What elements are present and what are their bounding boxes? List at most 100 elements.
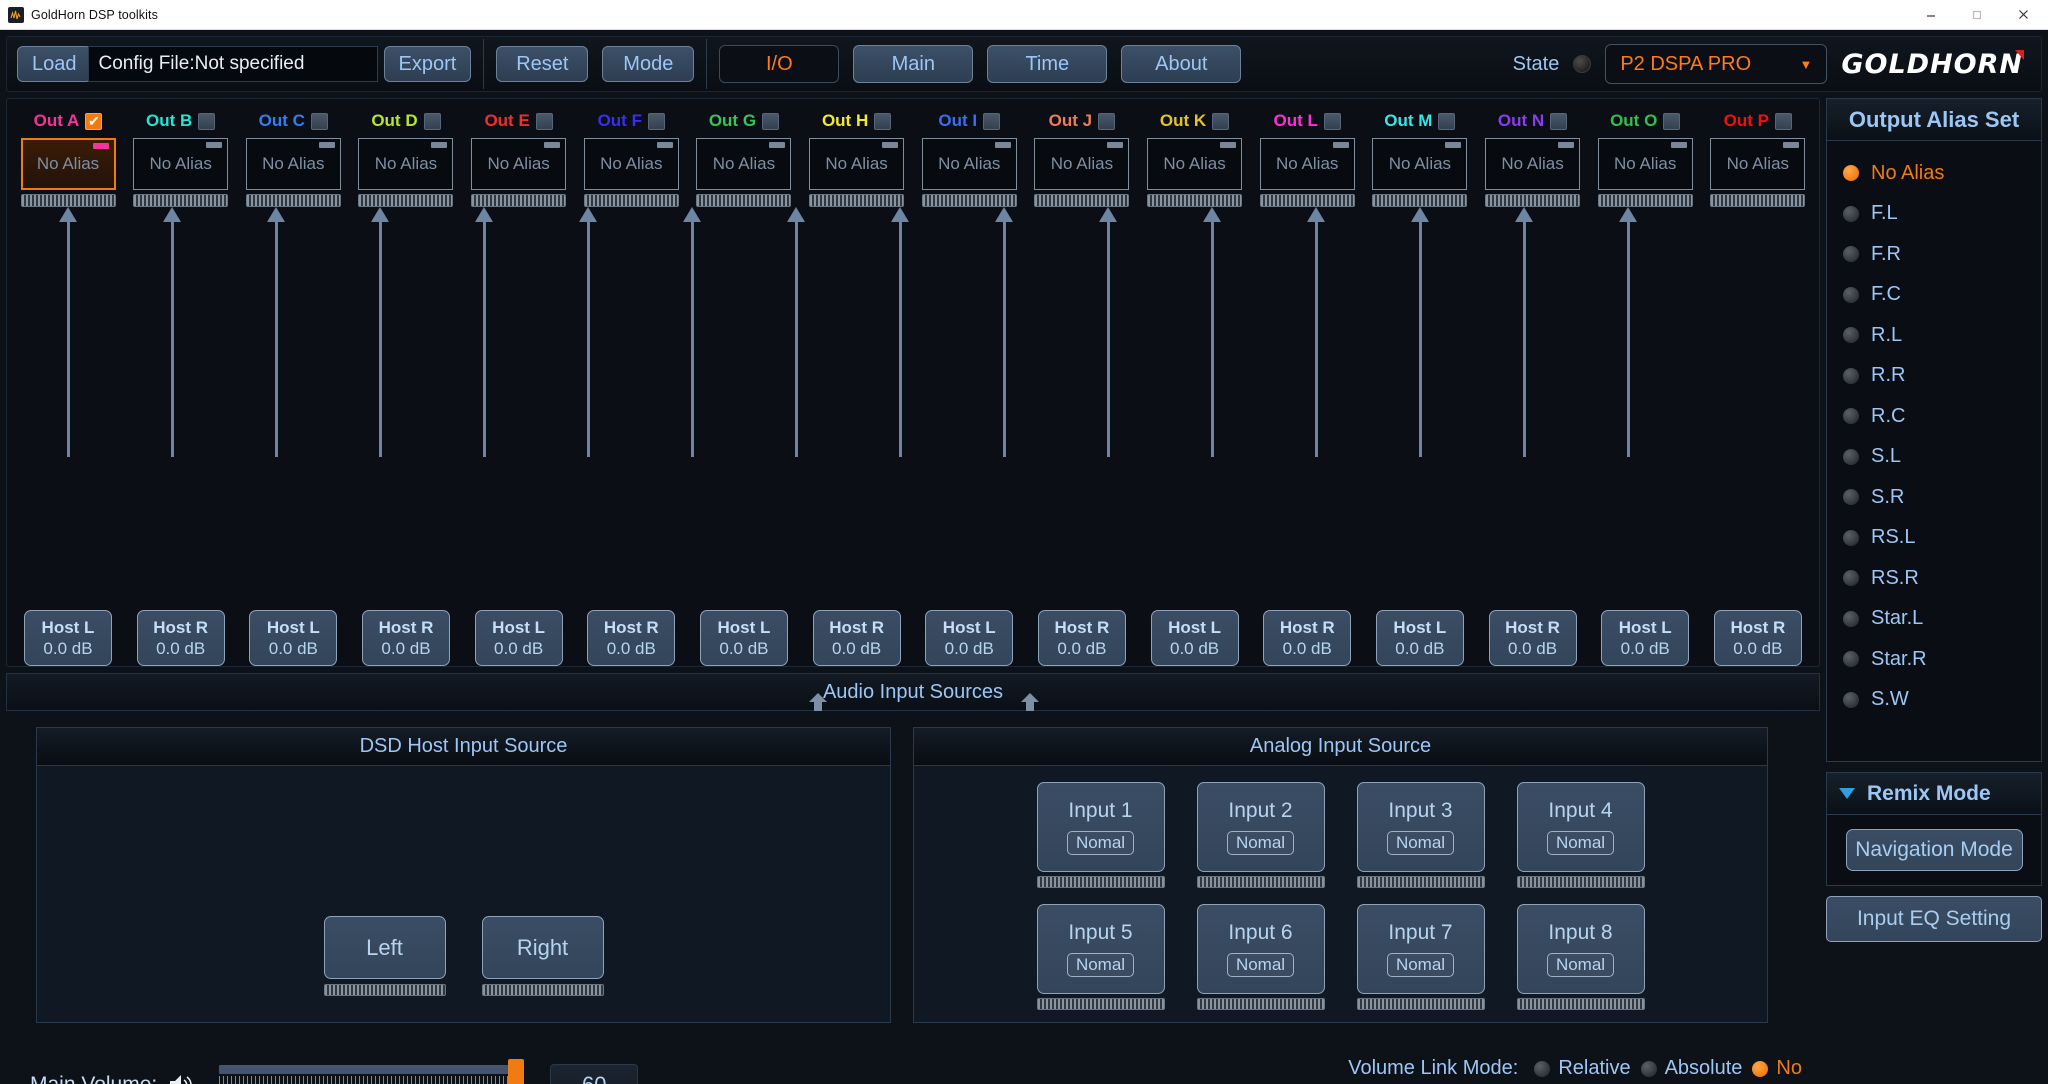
navigation-mode-button[interactable]: Navigation Mode [1845,829,2023,871]
volume-link-relative-option[interactable]: Relative [1534,1057,1631,1080]
dsd-left-button[interactable]: Left [323,916,446,979]
volume-link-absolute-option[interactable]: Absolute [1640,1057,1742,1080]
analog-input-button-6[interactable]: Input 6 Nomal [1196,904,1325,994]
alias-option-no-alias[interactable]: No Alias [1843,153,2041,194]
dsd-left-grip[interactable] [323,984,446,996]
dsd-right-button[interactable]: Right [481,916,604,979]
input-eq-setting-button[interactable]: Input EQ Setting [1826,896,2042,942]
host-input-button-4[interactable]: Host L 0.0 dB [474,610,563,666]
output-enable-checkbox-b[interactable] [198,112,216,130]
analog-input-button-7[interactable]: Input 7 Nomal [1356,904,1485,994]
output-alias-box-i[interactable]: No Alias [921,138,1017,190]
output-level-grip-o[interactable] [1597,194,1693,207]
host-input-button-13[interactable]: Host R 0.0 dB [1488,610,1577,666]
output-enable-checkbox-m[interactable] [1438,112,1456,130]
host-input-button-12[interactable]: Host L 0.0 dB [1375,610,1464,666]
alias-option-s-w[interactable]: S.W [1843,680,2041,721]
host-input-button-7[interactable]: Host R 0.0 dB [812,610,901,666]
output-enable-checkbox-g[interactable] [762,112,780,130]
analog-input-grip-4[interactable] [1516,876,1645,888]
output-alias-box-n[interactable]: No Alias [1485,138,1581,190]
dsd-right-grip[interactable] [481,984,604,996]
output-alias-box-b[interactable]: No Alias [133,138,229,190]
output-level-grip-j[interactable] [1034,194,1130,207]
output-alias-box-m[interactable]: No Alias [1372,138,1468,190]
analog-input-grip-6[interactable] [1196,998,1325,1010]
analog-input-mode-badge[interactable]: Nomal [1546,953,1615,977]
host-input-button-6[interactable]: Host L 0.0 dB [699,610,788,666]
output-enable-checkbox-i[interactable] [983,112,1001,130]
alias-option-r-l[interactable]: R.L [1843,315,2041,356]
output-level-grip-i[interactable] [921,194,1017,207]
tab-about[interactable]: About [1121,45,1242,83]
alias-option-rs-l[interactable]: RS.L [1843,518,2041,559]
host-input-button-11[interactable]: Host R 0.0 dB [1263,610,1352,666]
alias-option-s-l[interactable]: S.L [1843,437,2041,478]
alias-option-s-r[interactable]: S.R [1843,477,2041,518]
output-enable-checkbox-h[interactable] [874,112,892,130]
volume-slider-thumb[interactable] [508,1059,525,1084]
output-alias-box-d[interactable]: No Alias [358,138,454,190]
analog-input-mode-badge[interactable]: Nomal [1546,831,1615,855]
output-enable-checkbox-j[interactable] [1098,112,1116,130]
output-level-grip-e[interactable] [471,194,567,207]
main-volume-slider[interactable]: 0 60 [219,1059,525,1084]
analog-input-mode-badge[interactable]: Nomal [1226,953,1295,977]
analog-input-button-5[interactable]: Input 5 Nomal [1036,904,1165,994]
output-alias-box-h[interactable]: No Alias [809,138,905,190]
output-alias-box-j[interactable]: No Alias [1034,138,1130,190]
analog-input-grip-8[interactable] [1516,998,1645,1010]
output-enable-checkbox-p[interactable] [1775,112,1793,130]
output-level-grip-m[interactable] [1372,194,1468,207]
output-level-grip-f[interactable] [583,194,679,207]
analog-input-button-4[interactable]: Input 4 Nomal [1516,782,1645,872]
analog-input-button-3[interactable]: Input 3 Nomal [1356,782,1485,872]
analog-input-button-1[interactable]: Input 1 Nomal [1036,782,1165,872]
output-level-grip-c[interactable] [245,194,341,207]
analog-input-mode-badge[interactable]: Nomal [1066,831,1135,855]
device-select[interactable]: P2 DSPA PRO ▼ [1605,44,1828,84]
output-enable-checkbox-e[interactable] [535,112,553,130]
alias-option-star-r[interactable]: Star.R [1843,639,2041,680]
output-alias-box-c[interactable]: No Alias [245,138,341,190]
analog-input-grip-1[interactable] [1036,876,1165,888]
analog-input-grip-2[interactable] [1196,876,1325,888]
analog-input-grip-7[interactable] [1356,998,1485,1010]
window-maximize-button[interactable] [1954,0,2000,30]
host-input-button-9[interactable]: Host R 0.0 dB [1037,610,1126,666]
alias-option-rs-r[interactable]: RS.R [1843,558,2041,599]
alias-option-f-r[interactable]: F.R [1843,234,2041,275]
output-level-grip-b[interactable] [133,194,229,207]
remix-mode-header[interactable]: Remix Mode [1827,773,2041,815]
output-enable-checkbox-f[interactable] [647,112,665,130]
alias-option-r-r[interactable]: R.R [1843,356,2041,397]
output-level-grip-a[interactable] [20,194,116,207]
export-button[interactable]: Export [383,46,472,82]
output-level-grip-p[interactable] [1710,194,1806,207]
volume-readout[interactable]: 60 [550,1064,639,1084]
output-enable-checkbox-a[interactable]: ✔ [85,112,103,130]
host-input-button-10[interactable]: Host L 0.0 dB [1150,610,1239,666]
output-enable-checkbox-o[interactable] [1663,112,1681,130]
tab-io[interactable]: I/O [719,45,840,83]
load-button[interactable]: Load [17,46,92,82]
analog-input-mode-badge[interactable]: Nomal [1386,831,1455,855]
analog-input-button-2[interactable]: Input 2 Nomal [1196,782,1325,872]
output-level-grip-l[interactable] [1259,194,1355,207]
tab-main[interactable]: Main [853,45,974,83]
host-input-button-2[interactable]: Host L 0.0 dB [249,610,338,666]
alias-option-star-l[interactable]: Star.L [1843,599,2041,640]
alias-option-r-c[interactable]: R.C [1843,396,2041,437]
host-input-button-5[interactable]: Host R 0.0 dB [587,610,676,666]
output-enable-checkbox-d[interactable] [423,112,441,130]
output-alias-box-k[interactable]: No Alias [1147,138,1243,190]
host-input-button-3[interactable]: Host R 0.0 dB [361,610,450,666]
analog-input-mode-badge[interactable]: Nomal [1226,831,1295,855]
output-enable-checkbox-c[interactable] [310,112,328,130]
config-file-field[interactable]: Config File:Not specified [87,46,378,82]
alias-option-f-c[interactable]: F.C [1843,275,2041,316]
tab-time[interactable]: Time [987,45,1108,83]
host-input-button-8[interactable]: Host L 0.0 dB [925,610,1014,666]
output-enable-checkbox-l[interactable] [1323,112,1341,130]
output-alias-box-g[interactable]: No Alias [696,138,792,190]
